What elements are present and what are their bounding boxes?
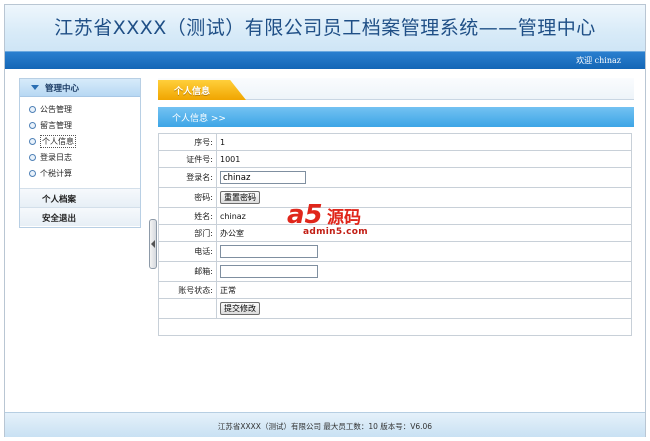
field-label: 证件号: bbox=[158, 150, 217, 168]
reset-password-button[interactable]: 重置密码 bbox=[220, 191, 260, 204]
form-row-status: 账号状态: 正常 bbox=[158, 281, 632, 299]
header: 江苏省XXXX（测试）有限公司员工档案管理系统——管理中心 bbox=[5, 5, 645, 51]
phone-input[interactable] bbox=[220, 245, 318, 258]
empty-cell bbox=[158, 298, 217, 319]
section-header-label: 个人信息 >> bbox=[172, 114, 226, 124]
tab-personal-info[interactable]: 个人信息 bbox=[158, 80, 246, 100]
form-row-submit: 提交修改 bbox=[158, 298, 632, 319]
app-window: 江苏省XXXX（测试）有限公司员工档案管理系统——管理中心 欢迎 chinaz … bbox=[4, 4, 646, 437]
sidebar-toggle[interactable] bbox=[149, 219, 157, 269]
triangle-down-icon bbox=[31, 85, 39, 90]
field-label: 电话: bbox=[158, 241, 217, 262]
sidebar-item-tax-calc[interactable]: 个税计算 bbox=[20, 166, 140, 182]
form-row-email: 邮箱: bbox=[158, 261, 632, 282]
form-row-name: 姓名: chinaz bbox=[158, 207, 632, 225]
watermark-brand: 源码 bbox=[327, 208, 361, 228]
tab-label: 个人信息 bbox=[174, 87, 211, 97]
login-name-input[interactable]: chinaz bbox=[220, 171, 306, 184]
form-row-login: 登录名: chinaz bbox=[158, 167, 632, 188]
tab-bar: 个人信息 bbox=[158, 78, 634, 100]
submit-button[interactable]: 提交修改 bbox=[220, 302, 260, 315]
section-header: 个人信息 >> bbox=[158, 107, 634, 127]
status-value: 正常 bbox=[216, 281, 632, 299]
dept-value: 办公室 bbox=[216, 224, 632, 242]
sidebar-heading-label: 管理中心 bbox=[45, 84, 80, 94]
sidebar-item-label: 留言管理 bbox=[40, 121, 72, 130]
radio-bullet-icon bbox=[29, 154, 36, 161]
sidebar-section-logout[interactable]: 安全退出 bbox=[20, 207, 140, 226]
top-bar: 欢迎 chinaz bbox=[5, 51, 645, 69]
field-label: 登录名: bbox=[158, 167, 217, 188]
sidebar-item-label: 登录日志 bbox=[40, 153, 72, 162]
sidebar-section-personal-file[interactable]: 个人档案 bbox=[20, 188, 140, 207]
form-row-id: 序号: 1 bbox=[158, 133, 632, 151]
sidebar-heading[interactable]: 管理中心 bbox=[20, 79, 140, 97]
form-row-dept: 部门: 办公室 bbox=[158, 224, 632, 242]
sidebar-item-login-log[interactable]: 登录日志 bbox=[20, 150, 140, 166]
form-row-blank bbox=[158, 318, 632, 336]
watermark-a5: a5 bbox=[287, 200, 323, 230]
field-label: 序号: bbox=[158, 133, 217, 151]
radio-bullet-icon bbox=[29, 138, 36, 145]
sidebar-item-messages[interactable]: 留言管理 bbox=[20, 118, 140, 134]
profile-form: 序号: 1 证件号: 1001 登录名: chinaz 密码: 重置密码 姓名:… bbox=[158, 133, 632, 336]
field-label: 邮箱: bbox=[158, 261, 217, 282]
welcome-text: 欢迎 chinaz bbox=[576, 56, 621, 65]
radio-bullet-icon bbox=[29, 106, 36, 113]
email-input[interactable] bbox=[220, 265, 318, 278]
sidebar-section-label: 安全退出 bbox=[42, 214, 77, 224]
empty-cell bbox=[158, 318, 632, 336]
cert-value: 1001 bbox=[216, 150, 632, 168]
arrow-left-icon bbox=[151, 240, 155, 248]
sidebar-item-label: 公告管理 bbox=[40, 105, 72, 114]
sidebar-item-announcements[interactable]: 公告管理 bbox=[20, 102, 140, 118]
footer: 江苏省XXXX（测试）有限公司 最大员工数：10 版本号：V6.06 bbox=[5, 412, 645, 437]
watermark-logo: a5 源码 admin5.com bbox=[283, 200, 393, 246]
footer-text: 江苏省XXXX（测试）有限公司 最大员工数：10 版本号：V6.06 bbox=[217, 422, 433, 431]
sidebar-item-label: 个人信息 bbox=[40, 135, 76, 148]
sidebar-section-label: 个人档案 bbox=[42, 195, 77, 205]
field-label: 姓名: bbox=[158, 207, 217, 225]
field-label: 账号状态: bbox=[158, 281, 217, 299]
form-row-password: 密码: 重置密码 bbox=[158, 187, 632, 208]
form-row-phone: 电话: bbox=[158, 241, 632, 262]
field-label: 密码: bbox=[158, 187, 217, 208]
radio-bullet-icon bbox=[29, 170, 36, 177]
sidebar-item-personal-info[interactable]: 个人信息 bbox=[20, 134, 140, 150]
name-value: chinaz bbox=[216, 207, 632, 225]
form-row-cert: 证件号: 1001 bbox=[158, 150, 632, 168]
page-title: 江苏省XXXX（测试）有限公司员工档案管理系统——管理中心 bbox=[54, 17, 596, 39]
sidebar-item-label: 个税计算 bbox=[40, 169, 72, 178]
id-value: 1 bbox=[216, 133, 632, 151]
sidebar: 管理中心 公告管理 留言管理 个人信息 登录日志 个税计算 个人档案 安全退出 bbox=[19, 78, 141, 228]
main-content: 个人信息 个人信息 >> 序号: 1 证件号: 1001 登录名: chinaz… bbox=[158, 78, 634, 336]
field-label: 部门: bbox=[158, 224, 217, 242]
watermark-site: admin5.com bbox=[303, 227, 368, 237]
radio-bullet-icon bbox=[29, 122, 36, 129]
